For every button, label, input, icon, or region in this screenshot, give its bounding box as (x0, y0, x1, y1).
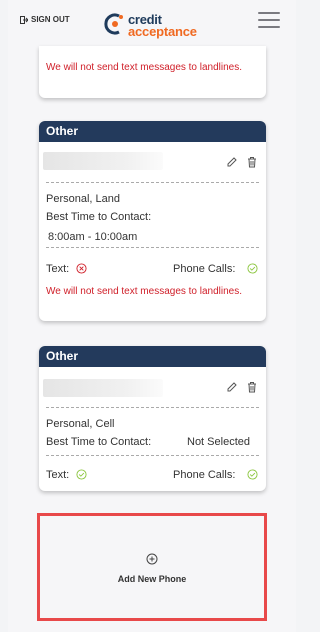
app-header: SIGN OUT credit acceptance (8, 0, 296, 46)
divider (46, 455, 259, 456)
edit-icon[interactable] (226, 381, 238, 393)
phone-card-landline: Other Personal, Land Best Time to Contac… (39, 121, 266, 321)
plus-circle-icon (146, 553, 158, 565)
phone-type: Personal, Land (46, 193, 120, 205)
text-label: Text: (46, 263, 70, 275)
menu-icon[interactable] (258, 12, 280, 28)
best-time-value: 8:00am - 10:00am (48, 231, 138, 243)
phone-card-cell: Other Personal, Cell Best Time to Contac… (39, 346, 266, 491)
add-new-phone-label: Add New Phone (117, 574, 187, 584)
calls-allowed-icon (247, 263, 258, 274)
card-title: Other (39, 346, 266, 367)
landline-warning: We will not send text messages to landli… (46, 286, 243, 297)
logo-text-acceptance: acceptance (128, 24, 197, 39)
add-new-phone-content: Add New Phone (40, 552, 264, 584)
text-label: Text: (46, 469, 70, 481)
delete-icon[interactable] (246, 381, 258, 393)
phone-calls-label: Phone Calls: (173, 263, 236, 275)
sign-out-link[interactable]: SIGN OUT (20, 15, 70, 24)
credit-acceptance-logo[interactable]: credit acceptance (104, 11, 216, 39)
phone-card-partial: We will not send text messages to landli… (39, 46, 266, 98)
best-time-label: Best Time to Contact: (46, 436, 152, 448)
edit-icon[interactable] (226, 156, 238, 168)
add-new-phone-button[interactable]: Add New Phone (37, 513, 267, 621)
phone-number-redacted (43, 152, 163, 170)
sign-out-icon (20, 15, 28, 24)
logo-mark-icon (104, 13, 123, 35)
phone-calls-label: Phone Calls: (173, 469, 236, 481)
phone-type: Personal, Cell (46, 418, 115, 430)
best-time-value: Not Selected (187, 436, 250, 448)
landline-warning: We will not send text messages to landli… (46, 62, 243, 73)
sign-out-label: SIGN OUT (31, 15, 70, 24)
text-not-allowed-icon (76, 263, 87, 274)
divider (46, 182, 259, 183)
phone-number-redacted (43, 379, 163, 397)
divider (46, 407, 259, 408)
card-title: Other (39, 121, 266, 142)
divider (46, 247, 259, 248)
best-time-label: Best Time to Contact: (46, 211, 152, 223)
delete-icon[interactable] (246, 156, 258, 168)
text-allowed-icon (76, 469, 87, 480)
calls-allowed-icon (247, 469, 258, 480)
